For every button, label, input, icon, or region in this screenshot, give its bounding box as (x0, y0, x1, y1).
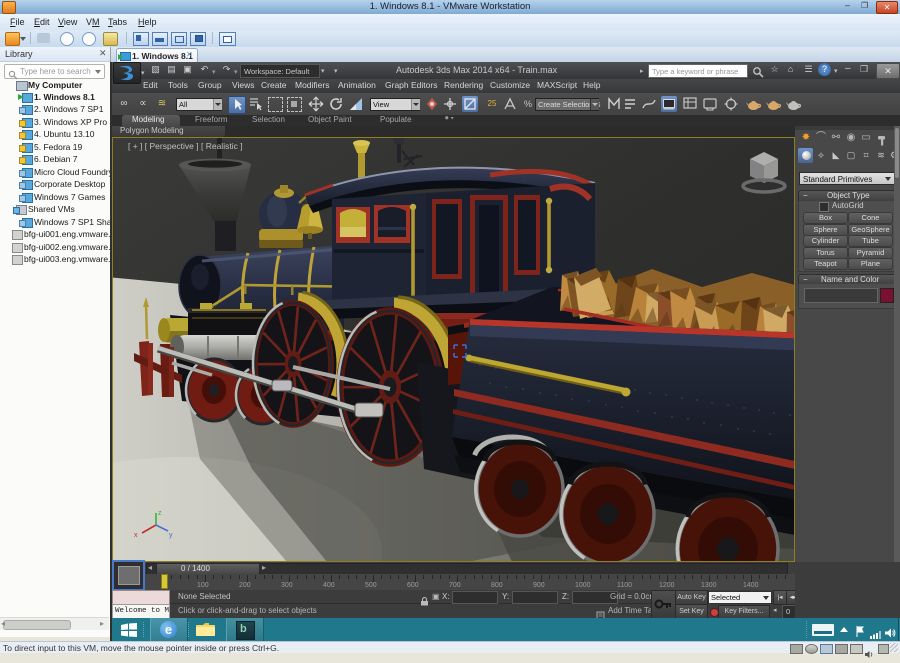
svg-text:y: y (169, 532, 173, 539)
svg-text:[ + ] [ Perspective ] [ Real: [ + ] [ Perspective ] [ Realistic ] (128, 141, 243, 151)
svg-text:x: x (134, 532, 138, 539)
svg-text:z: z (158, 510, 162, 517)
